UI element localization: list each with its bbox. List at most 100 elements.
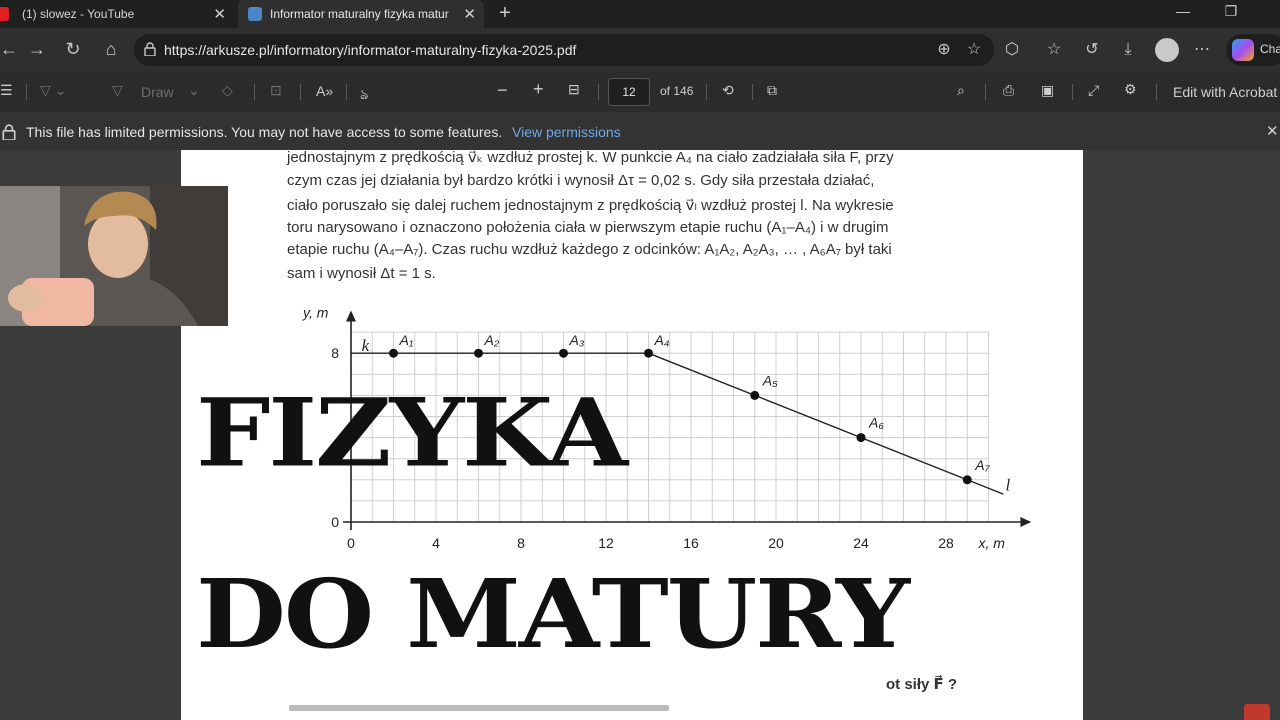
draw-label[interactable]: Draw bbox=[141, 84, 174, 100]
divider bbox=[254, 84, 255, 100]
read-aloud-icon[interactable]: A» bbox=[316, 83, 333, 99]
tab-pdf[interactable]: Informator maturalny fizyka matur ✕ bbox=[238, 0, 484, 28]
point-marker bbox=[389, 348, 398, 358]
copilot-label: Cha bbox=[1260, 42, 1280, 56]
x-axis-arrow bbox=[1020, 517, 1032, 527]
x-tick-label: 28 bbox=[938, 535, 954, 551]
x-tick-label: 16 bbox=[683, 535, 699, 551]
point-label: A₇ bbox=[974, 457, 990, 473]
eraser-icon[interactable]: ◇ bbox=[222, 82, 233, 99]
line-label-k: k bbox=[362, 336, 370, 355]
y-axis-arrow bbox=[346, 310, 356, 322]
url-field[interactable]: https://arkusze.pl/informatory/informato… bbox=[134, 34, 994, 66]
avatar[interactable] bbox=[1155, 38, 1179, 62]
favorite-star-icon[interactable]: ☆ bbox=[964, 40, 984, 60]
zoom-out-icon[interactable]: − bbox=[497, 80, 508, 101]
permissions-message: This file has limited permissions. You m… bbox=[26, 124, 503, 140]
forward-icon[interactable]: → bbox=[24, 38, 50, 62]
copilot-icon bbox=[1232, 39, 1254, 61]
rotate-icon[interactable]: ⟲ bbox=[722, 82, 734, 99]
x-tick-label: 12 bbox=[598, 535, 614, 551]
divider bbox=[346, 84, 347, 100]
zoom-icon[interactable]: ⊕ bbox=[934, 40, 954, 60]
tab-title: Informator maturalny fizyka matur bbox=[270, 7, 449, 21]
overlay-title-line-1: FIZYKA bbox=[196, 378, 628, 488]
print-icon[interactable]: ⎙ bbox=[1003, 82, 1014, 99]
close-icon[interactable]: ✕ bbox=[213, 5, 226, 23]
lock-icon bbox=[2, 124, 16, 140]
search-icon[interactable]: ⌕ bbox=[957, 82, 965, 99]
close-icon[interactable]: ✕ bbox=[1266, 122, 1279, 140]
point-marker bbox=[856, 433, 866, 443]
page-view-icon[interactable]: ⧉ bbox=[767, 82, 777, 99]
close-icon[interactable]: ✕ bbox=[463, 5, 476, 23]
x-tick-label: 0 bbox=[347, 535, 355, 551]
document-icon bbox=[248, 7, 262, 21]
save-icon[interactable]: ▣ bbox=[1041, 82, 1054, 99]
gear-icon[interactable]: ⚙ bbox=[1124, 81, 1137, 98]
lock-icon bbox=[144, 42, 156, 56]
more-icon[interactable]: ⋯ bbox=[1192, 40, 1212, 60]
zoom-in-icon[interactable]: + bbox=[533, 79, 544, 100]
history-icon[interactable]: ↺ bbox=[1082, 40, 1102, 60]
pdf-icon bbox=[1244, 704, 1270, 720]
page-number-input[interactable]: 12 bbox=[608, 78, 650, 106]
point-label: A₆ bbox=[868, 415, 884, 431]
copilot-button[interactable]: Cha bbox=[1226, 34, 1280, 66]
new-tab-button[interactable]: + bbox=[494, 0, 516, 28]
address-bar: ← → ↻ ⌂ https://arkusze.pl/informatory/i… bbox=[0, 28, 1280, 72]
view-permissions-link[interactable]: View permissions bbox=[512, 124, 621, 140]
tab-title: (1) slowez - YouTube bbox=[22, 7, 135, 21]
tab-bar: (1) slowez - YouTube ✕ Informator matura… bbox=[0, 0, 1280, 28]
restore-button[interactable]: ❐ bbox=[1208, 0, 1254, 28]
divider bbox=[752, 84, 753, 100]
divider bbox=[598, 84, 599, 100]
divider bbox=[985, 84, 986, 100]
home-icon[interactable]: ⌂ bbox=[98, 38, 124, 62]
point-label: A₄ bbox=[654, 332, 670, 348]
point-label: A₃ bbox=[569, 332, 585, 348]
chevron-down-icon[interactable]: ⌄ bbox=[188, 82, 200, 99]
page-total: of 146 bbox=[660, 84, 694, 98]
divider bbox=[1072, 84, 1073, 100]
edit-with-acrobat-button[interactable]: Edit with Acrobat bbox=[1173, 84, 1277, 100]
highlight-icon[interactable]: ▽ ⌄ bbox=[40, 82, 66, 99]
x-tick-label: 4 bbox=[432, 535, 440, 551]
point-marker bbox=[962, 475, 972, 485]
extensions-icon[interactable]: ⬡ bbox=[1002, 40, 1022, 60]
fit-page-icon[interactable]: ⊟ bbox=[568, 81, 580, 98]
divider bbox=[26, 84, 27, 100]
x-tick-label: 20 bbox=[768, 535, 784, 551]
line-label-l: l bbox=[1006, 475, 1011, 494]
contents-icon[interactable]: ☰ bbox=[0, 82, 13, 99]
immersive-reader-icon[interactable]: ঌ bbox=[360, 83, 368, 107]
webcam-overlay bbox=[0, 186, 228, 326]
pdf-toolbar: ☰ ▽ ⌄ ▽ Draw ⌄ ◇ ⊡ A» ঌ − + ⊟ 12 of 146 … bbox=[0, 72, 1280, 112]
divider bbox=[300, 84, 301, 100]
x-axis-label: x, m bbox=[978, 535, 1006, 551]
tab-youtube[interactable]: (1) slowez - YouTube ✕ bbox=[0, 0, 234, 28]
point-marker bbox=[559, 348, 568, 358]
favorites-icon[interactable]: ☆ bbox=[1044, 40, 1064, 60]
document-text-fragment: ot siły F⃗ ? bbox=[886, 676, 958, 693]
point-marker bbox=[644, 348, 653, 358]
refresh-icon[interactable]: ↻ bbox=[60, 38, 86, 62]
draw-icon[interactable]: ▽ bbox=[112, 82, 123, 99]
point-label: A₅ bbox=[762, 372, 778, 388]
text-box-icon[interactable]: ⊡ bbox=[270, 82, 282, 99]
download-icon[interactable]: ⤓ bbox=[1118, 40, 1138, 60]
x-tick-label: 24 bbox=[853, 535, 869, 551]
point-label: A₂ bbox=[484, 332, 500, 348]
blurred-text bbox=[289, 705, 669, 711]
url-text: https://arkusze.pl/informatory/informato… bbox=[164, 42, 577, 58]
overlay-title-line-2: DO MATURY bbox=[196, 558, 910, 670]
youtube-icon bbox=[0, 7, 9, 21]
fullscreen-icon[interactable]: ⤢ bbox=[1088, 82, 1099, 99]
y-axis-label: y, m bbox=[302, 305, 329, 321]
minimize-button[interactable]: — bbox=[1160, 0, 1206, 28]
permissions-bar: This file has limited permissions. You m… bbox=[0, 112, 1280, 150]
y-tick-label: 8 bbox=[331, 345, 339, 361]
x-tick-label: 8 bbox=[517, 535, 525, 551]
point-marker bbox=[474, 348, 483, 358]
back-icon[interactable]: ← bbox=[0, 38, 22, 62]
